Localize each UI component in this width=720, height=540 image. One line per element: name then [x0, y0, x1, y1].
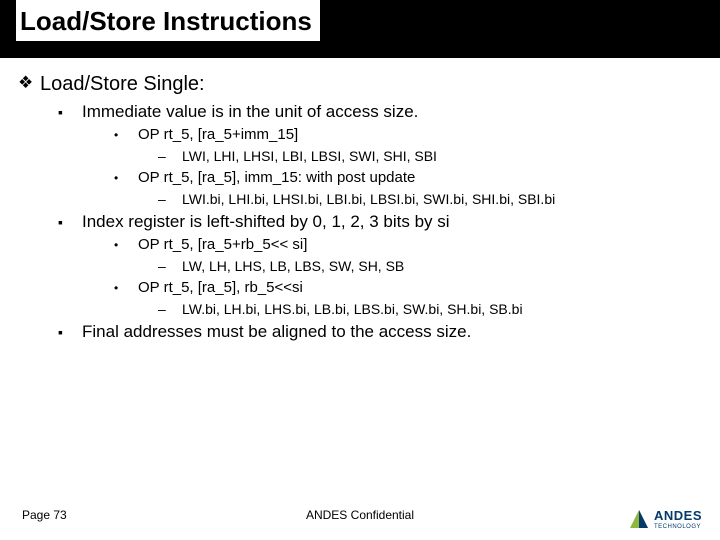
dot-bullet-icon: •	[114, 126, 138, 144]
square-bullet-icon: ▪	[58, 102, 82, 122]
logo-text-wrap: ANDES TECHNOLOGY	[654, 507, 702, 530]
list-item: • OP rt_5, [ra_5], imm_15: with post upd…	[114, 169, 702, 187]
confidential-label: ANDES Confidential	[306, 508, 414, 522]
slide-title: Load/Store Instructions	[16, 0, 320, 41]
diamond-bullet-icon: ❖	[18, 72, 40, 94]
list-text: LWI, LHI, LHSI, LBI, LBSI, SWI, SHI, SBI	[182, 147, 437, 165]
list-text: LWI.bi, LHI.bi, LHSI.bi, LBI.bi, LBSI.bi…	[182, 190, 555, 208]
slide-content: ❖ Load/Store Single: ▪ Immediate value i…	[0, 58, 720, 342]
list-item: – LWI, LHI, LHSI, LBI, LBSI, SWI, SHI, S…	[158, 147, 702, 165]
section-heading: ❖ Load/Store Single:	[18, 72, 702, 96]
list-text: OP rt_5, [ra_5+rb_5<< si]	[138, 236, 307, 254]
list-item: ▪ Index register is left-shifted by 0, 1…	[58, 212, 702, 232]
list-text: OP rt_5, [ra_5+imm_15]	[138, 126, 298, 144]
dot-bullet-icon: •	[114, 279, 138, 297]
section-text: Load/Store Single:	[40, 72, 205, 96]
list-text: Final addresses must be aligned to the a…	[82, 322, 471, 342]
logo-text: ANDES	[654, 508, 702, 523]
list-item: ▪ Final addresses must be aligned to the…	[58, 322, 702, 342]
dot-bullet-icon: •	[114, 236, 138, 254]
title-bar: Load/Store Instructions	[0, 0, 720, 58]
list-text: Index register is left-shifted by 0, 1, …	[82, 212, 450, 232]
dot-bullet-icon: •	[114, 169, 138, 187]
dash-bullet-icon: –	[158, 190, 182, 208]
logo-subtext: TECHNOLOGY	[654, 524, 702, 530]
square-bullet-icon: ▪	[58, 322, 82, 342]
list-item: – LW.bi, LH.bi, LHS.bi, LB.bi, LBS.bi, S…	[158, 300, 702, 318]
andes-logo: ANDES TECHNOLOGY	[628, 507, 702, 530]
list-item: ▪ Immediate value is in the unit of acce…	[58, 102, 702, 122]
dash-bullet-icon: –	[158, 257, 182, 275]
list-text: LW, LH, LHS, LB, LBS, SW, SH, SB	[182, 257, 404, 275]
list-item: • OP rt_5, [ra_5], rb_5<<si	[114, 279, 702, 297]
square-bullet-icon: ▪	[58, 212, 82, 232]
slide: Load/Store Instructions ❖ Load/Store Sin…	[0, 0, 720, 540]
dash-bullet-icon: –	[158, 300, 182, 318]
list-text: Immediate value is in the unit of access…	[82, 102, 418, 122]
footer: Page 73 ANDES Confidential ANDES TECHNOL…	[0, 500, 720, 530]
list-item: • OP rt_5, [ra_5+rb_5<< si]	[114, 236, 702, 254]
list-item: – LW, LH, LHS, LB, LBS, SW, SH, SB	[158, 257, 702, 275]
list-text: LW.bi, LH.bi, LHS.bi, LB.bi, LBS.bi, SW.…	[182, 300, 523, 318]
list-text: OP rt_5, [ra_5], imm_15: with post updat…	[138, 169, 415, 187]
logo-mark-icon	[628, 508, 650, 530]
list-item: • OP rt_5, [ra_5+imm_15]	[114, 126, 702, 144]
list-text: OP rt_5, [ra_5], rb_5<<si	[138, 279, 303, 297]
list-item: – LWI.bi, LHI.bi, LHSI.bi, LBI.bi, LBSI.…	[158, 190, 702, 208]
dash-bullet-icon: –	[158, 147, 182, 165]
page-number: Page 73	[22, 508, 67, 522]
